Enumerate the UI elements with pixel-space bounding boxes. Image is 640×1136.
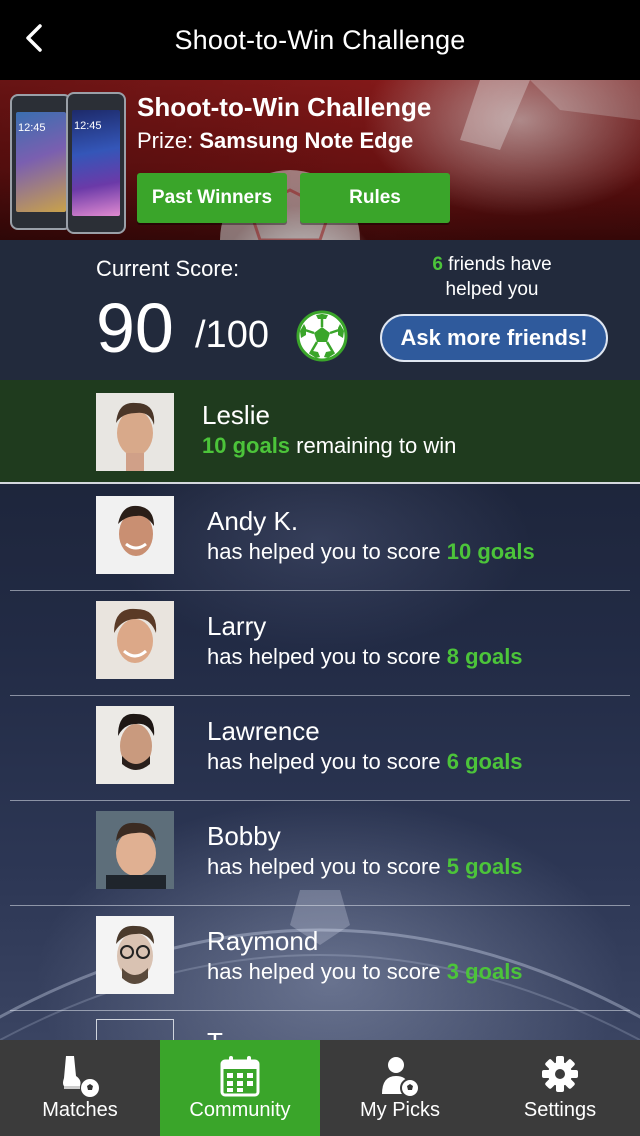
friend-name: T (207, 1027, 223, 1040)
score-max: /100 (195, 314, 269, 356)
friend-helped-text: has helped you to score 6 goals (207, 749, 523, 774)
avatar (96, 601, 174, 679)
tab-bar: Matches Community My Picks Settings (0, 1040, 640, 1136)
list-item[interactable]: Bobby has helped you to score 5 goals (10, 801, 630, 906)
tab-label: Settings (523, 1099, 597, 1121)
tab-matches[interactable]: Matches (0, 1040, 160, 1136)
my-name: Leslie (202, 400, 270, 430)
my-progress-row[interactable]: Leslie 10 goals remaining to win (0, 380, 640, 484)
friend-name: Andy K. (207, 506, 299, 536)
friend-helped-text: has helped you to score 10 goals (207, 539, 535, 564)
friend-helped-text: has helped you to score 8 goals (207, 644, 523, 669)
gear-icon (542, 1056, 578, 1092)
avatar (96, 496, 174, 574)
prize-line: Prize: Samsung Note Edge (137, 128, 413, 154)
friend-helped-text: has helped you to score 5 goals (207, 854, 523, 879)
prize-label: Prize: (137, 128, 194, 153)
prize-value: Samsung Note Edge (199, 128, 414, 153)
avatar (96, 916, 174, 994)
tab-label: Community (189, 1099, 291, 1121)
soccer-ball-icon (296, 310, 348, 362)
rules-button[interactable]: Rules (300, 173, 450, 223)
avatar (96, 706, 174, 784)
list-item[interactable]: Raymond has helped you to score 3 goals (10, 906, 630, 1011)
friends-count: 6 (432, 254, 443, 275)
page-title: Shoot-to-Win Challenge (174, 24, 466, 55)
friend-name: Bobby (207, 821, 281, 851)
tab-community[interactable]: Community (160, 1040, 320, 1136)
avatar (96, 1019, 174, 1040)
friend-name: Raymond (207, 926, 319, 956)
friend-name: Larry (207, 611, 267, 641)
nav-bar: Shoot-to-Win Challenge (0, 0, 640, 80)
prize-phones-image: 12:45 12:45 (10, 92, 126, 240)
list-item[interactable]: T (10, 1011, 630, 1040)
friend-helped-text: has helped you to score 3 goals (207, 959, 523, 984)
list-item[interactable]: Andy K. has helped you to score 10 goals (10, 486, 630, 591)
list-item[interactable]: Lawrence has helped you to score 6 goals (10, 696, 630, 801)
chevron-left-icon (26, 24, 42, 52)
score-panel: Current Score: 90 /100 6 friends have he… (0, 240, 640, 380)
challenge-banner: 12:45 12:45 Shoot-to-Win Challenge Prize… (0, 80, 640, 240)
banner-title: Shoot-to-Win Challenge (137, 92, 432, 122)
back-button[interactable] (14, 18, 54, 58)
ask-more-friends-button[interactable]: Ask more friends! (380, 314, 608, 362)
calendar-icon (220, 1056, 260, 1097)
person-ball-icon (382, 1057, 420, 1098)
list-item[interactable]: Larry has helped you to score 8 goals (10, 591, 630, 696)
tab-label: My Picks (360, 1099, 440, 1121)
friend-name: Lawrence (207, 716, 320, 746)
avatar (96, 811, 174, 889)
score-label: Current Score: (96, 256, 240, 281)
friends-helped-text: 6 friends have helped you (432, 254, 552, 300)
my-remaining-text: 10 goals remaining to win (202, 433, 457, 458)
boot-ball-icon (63, 1056, 99, 1097)
friends-list: Leslie 10 goals remaining to win Andy K.… (0, 380, 640, 1040)
avatar (96, 393, 174, 471)
tab-settings[interactable]: Settings (480, 1040, 640, 1136)
tab-label: Matches (42, 1099, 118, 1121)
past-winners-button[interactable]: Past Winners (137, 173, 287, 223)
score-value: 90 (96, 289, 174, 367)
tab-my-picks[interactable]: My Picks (320, 1040, 480, 1136)
